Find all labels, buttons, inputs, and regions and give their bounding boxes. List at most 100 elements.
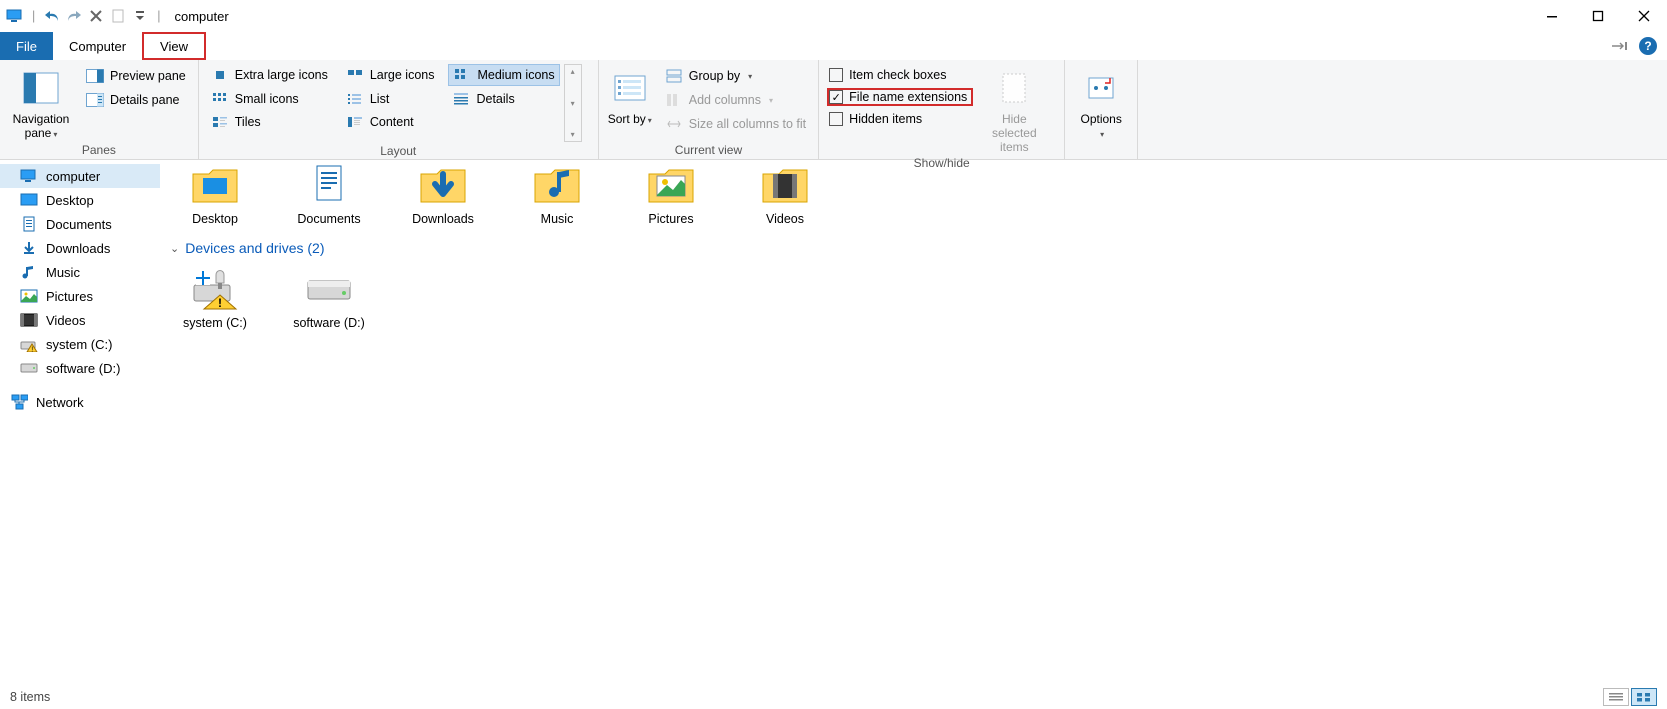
navigation-pane-label: Navigation pane▾ (8, 112, 74, 140)
network-icon (10, 394, 28, 410)
folder-item-downloads[interactable]: Downloads (398, 160, 488, 226)
item-label: Desktop (192, 212, 238, 226)
download-icon (20, 240, 38, 256)
help-icon[interactable]: ? (1639, 37, 1657, 55)
sidebar-item-desktop[interactable]: Desktop (0, 188, 160, 212)
drive-item-software[interactable]: software (D:) (284, 264, 374, 330)
folder-item-music[interactable]: Music (512, 160, 602, 226)
folder-desktop-icon (188, 160, 242, 208)
sidebar-item-videos[interactable]: Videos (0, 308, 160, 332)
sidebar-item-label: Documents (46, 217, 112, 232)
sidebar-item-music[interactable]: Music (0, 260, 160, 284)
file-name-extensions-toggle[interactable]: ✓File name extensions (827, 88, 973, 106)
sidebar-item-documents[interactable]: Documents (0, 212, 160, 236)
svg-text:!: ! (31, 347, 33, 353)
hidden-items-toggle[interactable]: Hidden items (827, 110, 973, 128)
minimize-ribbon-icon[interactable] (1611, 40, 1629, 52)
navigation-pane-button[interactable]: Navigation pane▾ (8, 64, 74, 140)
main-view: Desktop Documents Downloads Music Pictur… (160, 160, 1667, 685)
properties-icon[interactable] (109, 7, 127, 25)
drive-item-system[interactable]: ! system (C:) (170, 264, 260, 330)
status-bar: 8 items (0, 685, 1667, 709)
redo-icon[interactable] (65, 7, 83, 25)
delete-icon[interactable] (87, 7, 105, 25)
sidebar-item-label: Desktop (46, 193, 94, 208)
quick-access-toolbar: | | computer (0, 7, 229, 25)
folder-documents-icon (302, 160, 356, 208)
close-button[interactable] (1621, 0, 1667, 32)
sidebar-item-label: computer (46, 169, 100, 184)
item-label: software (D:) (293, 316, 365, 330)
folder-item-desktop[interactable]: Desktop (170, 160, 260, 226)
layout-list[interactable]: List (342, 89, 439, 109)
folder-item-documents[interactable]: Documents (284, 160, 374, 226)
navigation-sidebar: computer Desktop Documents Downloads Mus… (0, 160, 160, 685)
item-check-boxes-toggle[interactable]: Item check boxes (827, 66, 973, 84)
sidebar-item-system-drive[interactable]: ! system (C:) (0, 332, 160, 356)
sidebar-item-network[interactable]: Network (0, 390, 160, 414)
drives-grid: ! system (C:) software (D:) (170, 264, 1657, 338)
layout-tiles[interactable]: Tiles (207, 112, 332, 132)
options-button[interactable]: Options▾ (1073, 64, 1129, 140)
drive-icon (20, 360, 38, 376)
music-icon (20, 264, 38, 280)
minimize-button[interactable] (1529, 0, 1575, 32)
view-mode-details-button[interactable] (1603, 688, 1629, 706)
sidebar-item-label: Downloads (46, 241, 110, 256)
ribbon-group-layout-label: Layout (207, 144, 590, 158)
qat-dropdown-icon[interactable] (131, 7, 149, 25)
size-columns-button[interactable]: Size all columns to fit (661, 114, 810, 134)
window-controls (1529, 0, 1667, 32)
checkbox-icon: ✓ (829, 90, 843, 104)
sidebar-item-label: Videos (46, 313, 86, 328)
folder-item-pictures[interactable]: Pictures (626, 160, 716, 226)
sidebar-item-label: Network (36, 395, 84, 410)
folder-item-videos[interactable]: Videos (740, 160, 830, 226)
details-pane-button[interactable]: Details pane (82, 90, 190, 110)
layout-content[interactable]: Content (342, 112, 439, 132)
sort-by-button[interactable]: Sort by▾ (607, 64, 653, 126)
view-mode-icons-button[interactable] (1631, 688, 1657, 706)
group-by-button[interactable]: Group by▾ (661, 66, 810, 86)
tab-file[interactable]: File (0, 32, 53, 60)
sidebar-item-label: Pictures (46, 289, 93, 304)
layout-small-icons[interactable]: Small icons (207, 89, 332, 109)
layout-medium-icons[interactable]: Medium icons (448, 64, 559, 86)
drive-warning-icon: ! (20, 336, 38, 352)
sidebar-item-computer[interactable]: computer (0, 164, 160, 188)
layout-gallery-scroll[interactable]: ▴▾▾ (564, 64, 582, 142)
ribbon-tabs: File Computer View ? (0, 32, 1667, 60)
item-label: Downloads (412, 212, 474, 226)
sidebar-item-label: system (C:) (46, 337, 112, 352)
layout-details[interactable]: Details (448, 89, 559, 109)
sidebar-item-downloads[interactable]: Downloads (0, 236, 160, 260)
ribbon-group-options: Options▾ (1065, 60, 1138, 159)
maximize-button[interactable] (1575, 0, 1621, 32)
checkbox-icon (829, 68, 843, 82)
sidebar-item-label: software (D:) (46, 361, 120, 376)
ribbon-group-layout: Extra large icons Large icons Medium ico… (199, 60, 599, 159)
layout-large-icons[interactable]: Large icons (342, 64, 439, 86)
svg-text:!: ! (218, 296, 222, 310)
content-area: computer Desktop Documents Downloads Mus… (0, 160, 1667, 685)
ribbon-group-panes-label: Panes (8, 143, 190, 157)
sidebar-item-label: Music (46, 265, 80, 280)
checkbox-icon (829, 112, 843, 126)
folder-videos-icon (758, 160, 812, 208)
tab-view[interactable]: View (142, 32, 206, 60)
folder-music-icon (530, 160, 584, 208)
sidebar-item-software-drive[interactable]: software (D:) (0, 356, 160, 380)
folders-grid: Desktop Documents Downloads Music Pictur… (170, 160, 1657, 234)
add-columns-button[interactable]: Add columns▾ (661, 90, 810, 110)
ribbon-group-current-view: Sort by▾ Group by▾ Add columns▾ Size all… (599, 60, 819, 159)
tab-computer[interactable]: Computer (53, 32, 142, 60)
undo-icon[interactable] (43, 7, 61, 25)
layout-extra-large-icons[interactable]: Extra large icons (207, 64, 332, 86)
drive-system-icon: ! (188, 264, 242, 312)
folder-pictures-icon (644, 160, 698, 208)
drive-software-icon (302, 264, 356, 312)
hide-selected-items-button[interactable]: Hide selected items (981, 64, 1047, 154)
preview-pane-button[interactable]: Preview pane (82, 66, 190, 86)
sidebar-item-pictures[interactable]: Pictures (0, 284, 160, 308)
section-devices-drives[interactable]: ⌄ Devices and drives (2) (170, 240, 1657, 256)
